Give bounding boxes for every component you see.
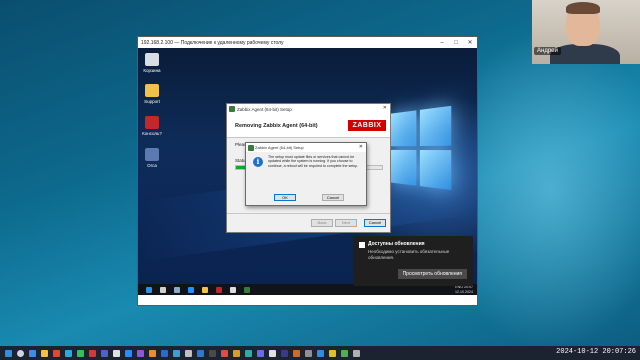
app-icon[interactable] bbox=[53, 349, 60, 357]
app-icon[interactable] bbox=[233, 349, 240, 357]
setup-heading: Removing Zabbix Agent (64-bit) bbox=[235, 123, 318, 129]
desktop-wallpaper bbox=[470, 30, 640, 350]
setup-title: Zabbix Agent (64-bit) Setup bbox=[237, 106, 292, 112]
app-icon[interactable] bbox=[245, 349, 252, 357]
ok-button[interactable]: OK bbox=[274, 194, 296, 201]
app-icon[interactable] bbox=[341, 349, 348, 357]
console-icon bbox=[145, 116, 159, 129]
installer-taskbar-icon[interactable] bbox=[244, 286, 250, 293]
app-icon[interactable] bbox=[216, 286, 222, 293]
notification-body: Необходимо установить обязательные обнов… bbox=[368, 249, 450, 260]
message-box[interactable]: Zabbix Agent (64-bit) Setup ✕ i The setu… bbox=[245, 142, 367, 206]
vscode-icon[interactable] bbox=[197, 349, 204, 357]
start-icon[interactable] bbox=[5, 349, 12, 357]
app-icon[interactable] bbox=[101, 349, 108, 357]
app-icon[interactable] bbox=[305, 349, 312, 357]
app-icon[interactable] bbox=[113, 349, 120, 357]
app-icon[interactable] bbox=[173, 349, 180, 357]
desktop-icon-label: Orca bbox=[147, 163, 157, 168]
minimize-button[interactable]: – bbox=[435, 40, 449, 46]
explorer-icon[interactable] bbox=[202, 286, 208, 293]
edge-icon[interactable] bbox=[125, 349, 132, 357]
windows-logo bbox=[390, 105, 453, 193]
info-icon: i bbox=[253, 157, 263, 167]
webcam-overlay: Андрей bbox=[532, 0, 640, 64]
app-icon[interactable] bbox=[185, 349, 192, 357]
remote-window-titlebar[interactable]: 192.168.2.100 — Подключение к удаленному… bbox=[138, 37, 477, 48]
app-icon[interactable] bbox=[257, 349, 264, 357]
app-icon[interactable] bbox=[149, 349, 156, 357]
view-updates-button[interactable]: Просмотреть обновления bbox=[397, 269, 467, 279]
app-icon[interactable] bbox=[137, 349, 144, 357]
setup-banner: Removing Zabbix Agent (64-bit) ZABBIX bbox=[227, 114, 390, 138]
chrome-icon[interactable] bbox=[221, 349, 228, 357]
app-icon[interactable] bbox=[329, 349, 336, 357]
back-button[interactable]: Back bbox=[311, 219, 333, 227]
desktop-icon-label: Support bbox=[144, 99, 160, 104]
recycle-bin-icon bbox=[145, 53, 159, 66]
zabbix-logo: ZABBIX bbox=[348, 120, 386, 131]
notification-title: Доступны обновления bbox=[368, 241, 425, 247]
start-icon[interactable] bbox=[146, 286, 152, 293]
update-notification[interactable]: Доступны обновления Необходимо установит… bbox=[353, 236, 473, 286]
app-icon[interactable] bbox=[317, 349, 324, 357]
app-icon[interactable] bbox=[89, 349, 96, 357]
installer-icon bbox=[248, 144, 254, 151]
webcam-name-label: Андрей bbox=[534, 47, 561, 55]
host-taskbar: 2024-10-12 20:07:26 bbox=[0, 346, 640, 360]
desktop-icon-label: Корзина bbox=[143, 68, 161, 73]
setup-titlebar[interactable]: Zabbix Agent (64-bit) Setup ✕ bbox=[227, 104, 390, 114]
message-close-button[interactable]: ✕ bbox=[359, 144, 363, 150]
maximize-button[interactable]: □ bbox=[449, 40, 463, 46]
desktop-icon-support[interactable]: Support bbox=[138, 84, 166, 104]
logo-pane bbox=[419, 105, 452, 146]
app-icon[interactable] bbox=[209, 349, 216, 357]
cancel-button[interactable]: Cancel bbox=[364, 219, 386, 227]
whatsapp-icon[interactable] bbox=[77, 349, 84, 357]
logo-pane bbox=[390, 149, 417, 186]
setup-close-button[interactable]: ✕ bbox=[383, 105, 387, 111]
app-icon[interactable] bbox=[293, 349, 300, 357]
folder-icon bbox=[145, 84, 159, 97]
app-icon[interactable] bbox=[269, 349, 276, 357]
app-icon[interactable] bbox=[353, 349, 360, 357]
orca-icon bbox=[145, 148, 159, 161]
rdp-taskbar-icon[interactable] bbox=[161, 349, 168, 357]
telegram-icon[interactable] bbox=[65, 349, 72, 357]
desktop-icon-console[interactable]: Консоль? bbox=[138, 116, 166, 136]
host-clock: 2024-10-12 20:07:26 bbox=[556, 348, 636, 356]
app-icon[interactable] bbox=[29, 349, 36, 357]
desktop-icon-recycle-bin[interactable]: Корзина bbox=[138, 53, 166, 73]
logo-pane bbox=[419, 150, 452, 190]
logo-pane bbox=[390, 110, 417, 147]
message-cancel-button[interactable]: Cancel bbox=[322, 194, 344, 201]
remote-tray[interactable]: ENG 20:07 12.10.2024 bbox=[455, 285, 473, 294]
edge-icon[interactable] bbox=[188, 286, 194, 293]
explorer-icon[interactable] bbox=[41, 349, 48, 357]
windows-update-icon bbox=[359, 242, 365, 248]
app-icon[interactable] bbox=[230, 286, 236, 293]
message-titlebar[interactable]: Zabbix Agent (64-bit) Setup ✕ bbox=[246, 143, 366, 152]
desktop-icon-label: Консоль? bbox=[142, 131, 162, 136]
desktop-icon-orca[interactable]: Orca bbox=[138, 148, 166, 168]
search-icon[interactable] bbox=[17, 349, 24, 357]
message-title: Zabbix Agent (64-bit) Setup bbox=[255, 145, 304, 150]
remote-window-title: 192.168.2.100 — Подключение к удаленному… bbox=[141, 39, 284, 46]
installer-icon bbox=[229, 106, 235, 112]
task-view-icon[interactable] bbox=[174, 286, 180, 293]
close-button[interactable]: ✕ bbox=[463, 39, 477, 46]
setup-footer: Back Next Cancel bbox=[227, 213, 390, 232]
app-icon[interactable] bbox=[281, 349, 288, 357]
search-icon[interactable] bbox=[160, 286, 166, 293]
remote-date: 12.10.2024 bbox=[455, 289, 473, 294]
message-text: The setup must update files or services … bbox=[268, 155, 359, 168]
person-hair bbox=[566, 2, 600, 14]
next-button[interactable]: Next bbox=[335, 219, 357, 227]
